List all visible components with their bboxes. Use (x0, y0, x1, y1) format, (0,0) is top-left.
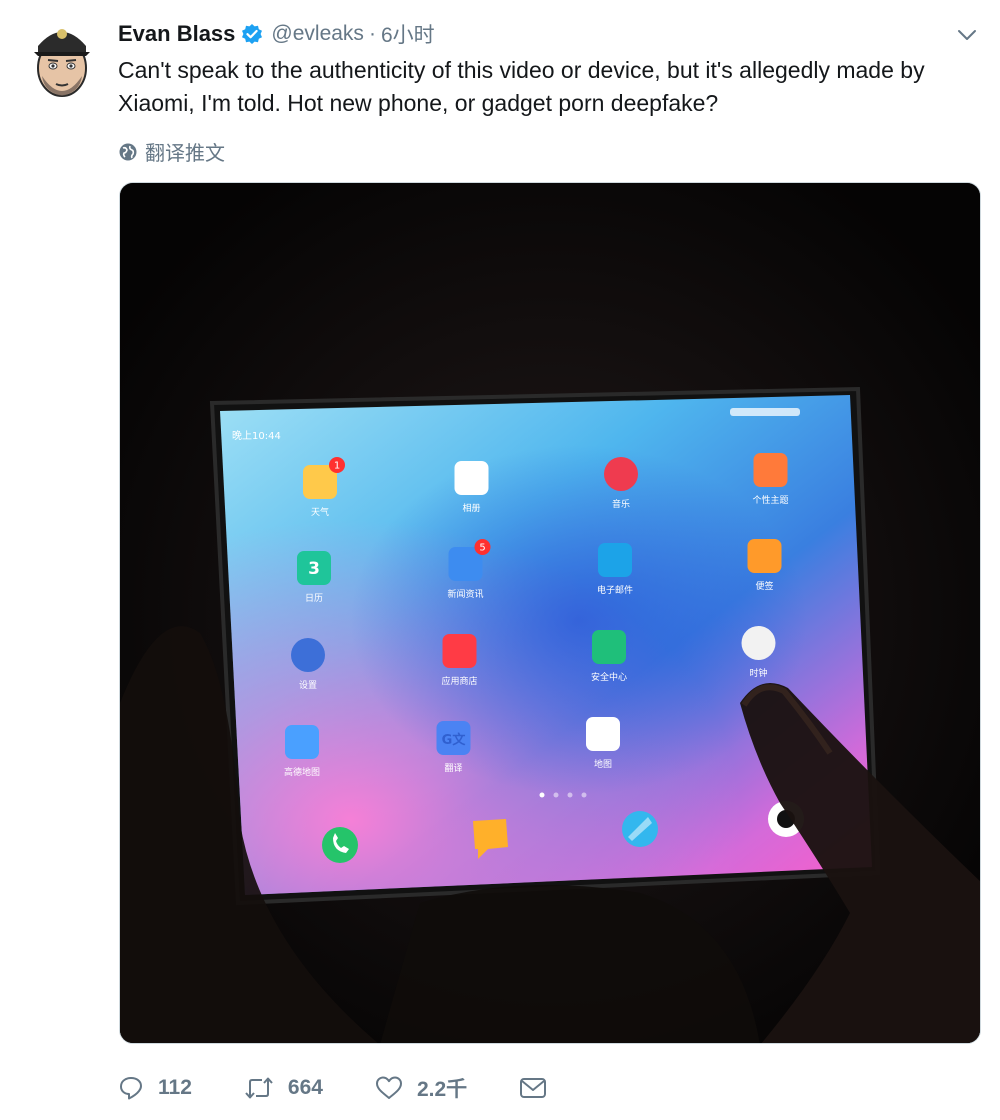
chevron-down-icon[interactable] (956, 24, 978, 46)
dock-browser-icon (622, 811, 658, 847)
like-button[interactable]: 2.2千 (375, 1073, 467, 1103)
author-handle[interactable]: @evleaks (271, 22, 364, 46)
app-badge-count: 5 (479, 543, 485, 554)
app-icon-shape (291, 638, 325, 672)
tweet-timestamp[interactable]: 6小时 (381, 19, 435, 49)
app-label: 时钟 (749, 667, 767, 679)
app-label: 设置 (299, 680, 317, 691)
retweet-icon (245, 1077, 273, 1099)
tweet-actions: 112 664 2.2千 (118, 1068, 818, 1108)
reply-button[interactable]: 112 (118, 1075, 192, 1101)
tweet-text: Can't speak to the authenticity of this … (118, 57, 925, 116)
app-icon-shape (442, 634, 477, 668)
app-icon-shape (741, 626, 776, 660)
app-icon-shape (747, 539, 782, 573)
share-dm-button[interactable] (519, 1075, 561, 1101)
app-label: 新闻资讯 (447, 588, 483, 600)
app-icon-shape (604, 457, 638, 491)
app-label: 电子邮件 (597, 584, 633, 596)
app-icon-shape (753, 453, 788, 487)
app-label: 天气 (311, 506, 329, 518)
app-icon-text: 3 (308, 559, 320, 579)
app-icon-shape (586, 717, 620, 751)
tweet-header: Evan Blass @evleaks · 6小时 (118, 18, 435, 50)
tweet-media-video[interactable]: 晚上10:44 1 天气 相册 音乐 个性主题 3 日历 5 新闻资讯 电子邮件 便签设置 应用商店 安… (119, 182, 981, 1044)
video-frame: 晚上10:44 1 天气 相册 音乐 个性主题 3 日历 5 新闻资讯 电子邮件 便签设置 应用商店 安… (120, 183, 980, 1043)
app-label: 音乐 (612, 498, 630, 510)
app-label: 相册 (462, 502, 480, 514)
app-label: 高德地图 (284, 766, 320, 778)
reply-count: 112 (158, 1076, 192, 1099)
app-badge-count: 1 (334, 461, 340, 472)
app-icon-4: 个性主题 (752, 453, 789, 506)
avatar-illustration (34, 29, 90, 97)
author-name[interactable]: Evan Blass (118, 21, 235, 47)
reply-icon (120, 1077, 142, 1100)
globe-icon (119, 143, 137, 160)
app-icon-shape (598, 543, 632, 577)
app-icon-text: G文 (442, 732, 467, 748)
app-icon-10: 应用商店 (441, 634, 478, 687)
retweet-count: 664 (287, 1076, 323, 1099)
envelope-icon (520, 1078, 547, 1098)
like-count: 2.2千 (416, 1078, 468, 1101)
status-time: 晚上10:44 (232, 430, 281, 442)
app-label: 翻译 (444, 763, 462, 774)
separator-dot: · (368, 22, 376, 45)
heart-icon (375, 1076, 402, 1099)
translate-tweet-link[interactable]: 翻译推文 (118, 137, 225, 166)
translate-label: 翻译推文 (145, 143, 225, 165)
app-icon-7: 电子邮件 (597, 543, 633, 596)
app-icon-13: 高德地图 (284, 725, 320, 778)
verified-badge-icon (241, 23, 263, 45)
app-label: 个性主题 (752, 494, 788, 506)
app-icon-shape (592, 630, 626, 664)
app-icon-shape (454, 461, 489, 495)
app-icon-shape (285, 725, 319, 759)
app-label: 地图 (594, 758, 612, 770)
avatar[interactable] (28, 14, 96, 104)
retweet-button[interactable]: 664 (244, 1075, 323, 1101)
app-icon-11: 安全中心 (591, 630, 627, 683)
app-label: 应用商店 (441, 675, 477, 687)
app-label: 日历 (305, 593, 323, 604)
dock-phone-icon (322, 827, 358, 863)
app-label: 安全中心 (591, 671, 627, 683)
app-label: 便签 (755, 580, 773, 592)
